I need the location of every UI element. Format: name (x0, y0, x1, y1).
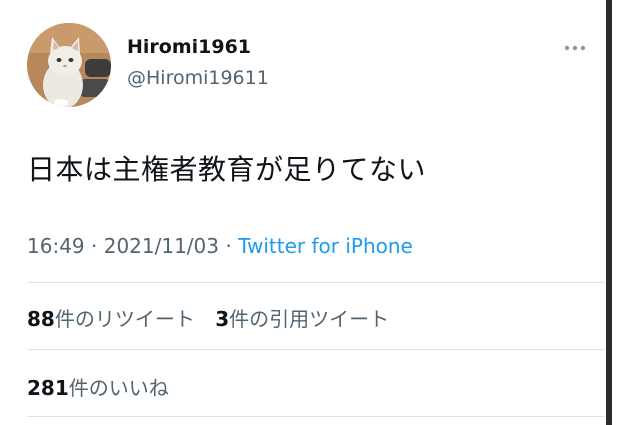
divider (27, 282, 605, 283)
cat-photo-avatar-image (27, 23, 111, 107)
likes-count: 281 (27, 376, 69, 400)
tweet-time[interactable]: 16:49 (27, 234, 85, 258)
retweets-label: 件のリツイート (54, 307, 195, 331)
window-edge (606, 0, 612, 425)
display-name[interactable]: Hiromi1961 (127, 36, 251, 58)
more-dots-icon[interactable] (560, 38, 590, 58)
tweet-card: Hiromi1961 @Hiromi19611 日本は主権者教育が足りてない 1… (0, 0, 605, 425)
user-handle[interactable]: @Hiromi19611 (127, 67, 269, 89)
tweet-text: 日本は主権者教育が足りてない (27, 153, 427, 186)
likes-stat[interactable]: 281件のいいね (27, 376, 169, 400)
tweet-date[interactable]: 2021/11/03 (104, 234, 219, 258)
meta-separator: · (84, 234, 104, 258)
divider (27, 416, 605, 417)
avatar[interactable] (27, 23, 111, 107)
retweets-count: 88 (27, 307, 55, 331)
tweet-meta: 16:49 · 2021/11/03 · Twitter for iPhone (27, 234, 413, 258)
retweets-stat[interactable]: 88件のリツイート (27, 307, 195, 331)
likes-stats-row: 281件のいいね (27, 372, 169, 401)
quotes-count: 3 (215, 307, 230, 331)
meta-separator: · (219, 234, 239, 258)
quotes-stat[interactable]: 3件の引用ツイート (215, 307, 389, 331)
divider (27, 349, 605, 350)
quotes-label: 件の引用ツイート (229, 307, 390, 331)
likes-label: 件のいいね (68, 376, 169, 400)
retweet-stats-row: 88件のリツイート 3件の引用ツイート (27, 303, 389, 332)
tweet-source-link[interactable]: Twitter for iPhone (238, 234, 413, 258)
